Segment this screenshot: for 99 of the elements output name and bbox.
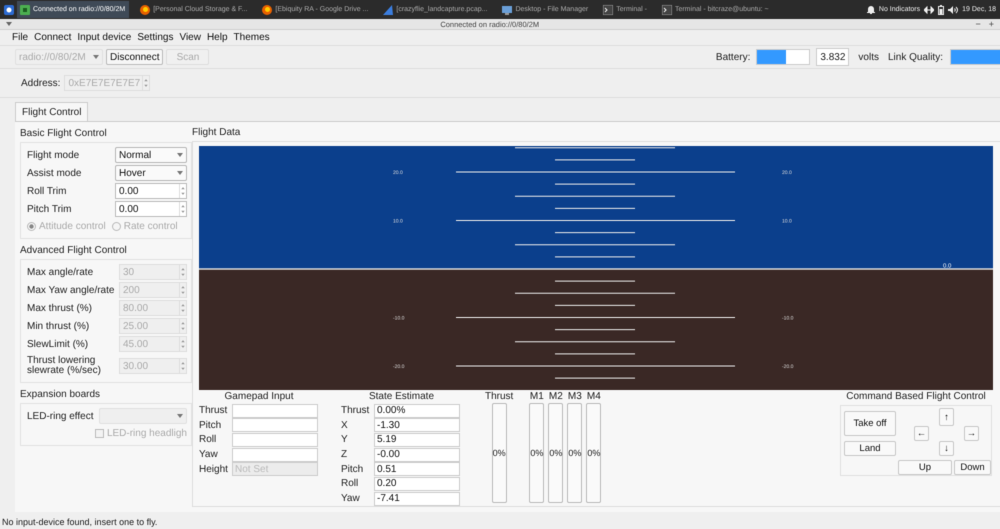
- caret-icon: [177, 414, 183, 418]
- state-field: 0.00%: [374, 404, 460, 418]
- field-label: Yaw: [199, 449, 219, 460]
- field-label: Thrust: [199, 405, 228, 416]
- field-label: Flight mode: [27, 150, 80, 160]
- field-label: Roll: [341, 478, 360, 490]
- gamepad-field[interactable]: [232, 404, 318, 418]
- menu-item[interactable]: File: [12, 32, 28, 43]
- globe-icon: [262, 4, 272, 14]
- field-label: Thrust: [341, 405, 370, 416]
- state-field: -7.41: [374, 492, 460, 506]
- field-label: Pitch Trim: [27, 204, 72, 214]
- field-label: Thrust lowering slewrate (%/sec): [27, 356, 102, 376]
- group-title: Basic Flight Control: [20, 126, 108, 140]
- menu-item[interactable]: Settings: [137, 32, 174, 43]
- spin-field[interactable]: 0.00: [115, 183, 187, 199]
- caret-icon: [177, 171, 183, 175]
- battery-label: Battery:: [716, 52, 750, 62]
- field-label: Max Yaw angle/rate: [27, 284, 114, 296]
- menu-item[interactable]: Input device: [77, 32, 132, 43]
- spin-arrows-icon[interactable]: [179, 184, 186, 198]
- group-title: Advanced Flight Control: [20, 244, 128, 257]
- motor-reading: 0%: [568, 448, 582, 458]
- command-button[interactable]: Up: [898, 460, 952, 476]
- gamepad-field[interactable]: [232, 418, 318, 432]
- field-label: Assist mode: [27, 168, 82, 178]
- motor-reading: 0%: [587, 448, 600, 458]
- launcher-icon[interactable]: [4, 4, 14, 14]
- gamepad-field[interactable]: [232, 432, 318, 447]
- field-label: Yaw: [341, 493, 361, 504]
- status-message: No input-device found, insert one to fly.: [1, 516, 158, 529]
- motor-label: Thrust: [485, 391, 514, 404]
- battery-icon[interactable]: [938, 4, 944, 14]
- field-label: Roll: [199, 434, 218, 446]
- motor-label: M3: [568, 391, 582, 404]
- field-label: LED-ring effect: [27, 410, 94, 422]
- state-field: 5.19: [374, 432, 460, 447]
- group-title: Expansion boards: [20, 388, 102, 401]
- monitor-icon: [502, 4, 512, 14]
- motor-reading: 0%: [492, 448, 506, 458]
- field-label: Min thrust (%): [27, 320, 90, 332]
- menu-item[interactable]: Themes: [234, 32, 270, 43]
- terminal-icon: [662, 4, 672, 14]
- motor-label: M1: [530, 391, 544, 404]
- dropdown[interactable]: Normal: [115, 147, 187, 163]
- state-field: 0.20: [374, 476, 460, 491]
- gamepad-field[interactable]: [232, 448, 318, 462]
- caret-icon: [93, 55, 99, 59]
- caret-icon: [177, 153, 183, 157]
- window-control[interactable]: +: [988, 19, 994, 29]
- field-label: Roll Trim: [27, 186, 66, 196]
- field-label: Max thrust (%): [27, 302, 92, 314]
- spin-arrows-icon[interactable]: [179, 202, 186, 216]
- state-field: 0.51: [374, 462, 460, 476]
- section-title: Command Based Flight Control: [845, 391, 987, 404]
- command-button[interactable]: ←: [914, 426, 929, 442]
- field-label: Z: [341, 449, 348, 460]
- command-button[interactable]: Take off: [844, 411, 896, 436]
- volts-label: volts: [858, 52, 879, 62]
- command-button[interactable]: ↓: [939, 441, 954, 456]
- motor-label: M4: [586, 391, 601, 404]
- field-label: Height: [199, 464, 229, 475]
- section-title: Gamepad Input: [224, 391, 294, 404]
- command-button[interactable]: ↑: [939, 408, 954, 426]
- motor-label: M2: [548, 391, 563, 404]
- field-label: SlewLimit (%): [27, 338, 88, 350]
- menu-item[interactable]: View: [179, 32, 201, 43]
- address-label: Address:: [21, 78, 60, 88]
- toolbar-button[interactable]: Disconnect: [106, 49, 164, 65]
- state-field: -0.00: [374, 448, 460, 462]
- dropdown[interactable]: Hover: [115, 165, 187, 181]
- menu-item[interactable]: Help: [206, 32, 228, 43]
- spin-field[interactable]: 0.00: [115, 201, 187, 217]
- window-control[interactable]: −: [975, 19, 981, 29]
- field-label: X: [341, 420, 349, 431]
- link-quality-label: Link Quality:: [888, 52, 943, 62]
- motor-reading: 0%: [549, 448, 562, 458]
- bell-icon[interactable]: [866, 5, 875, 14]
- field-label: Pitch: [341, 464, 364, 475]
- command-button[interactable]: Land: [844, 441, 896, 456]
- voltage-field: 3.832: [816, 48, 850, 66]
- state-field: -1.30: [374, 418, 460, 432]
- menu-item[interactable]: Connect: [34, 32, 72, 43]
- command-button[interactable]: →: [964, 426, 979, 442]
- section-title: State Estimate: [368, 391, 436, 404]
- command-button[interactable]: Down: [954, 460, 991, 476]
- field-label: Max angle/rate: [27, 266, 94, 278]
- field-label: Y: [341, 434, 349, 446]
- speaker-icon[interactable]: [948, 6, 958, 14]
- motor-reading: 0%: [530, 448, 544, 458]
- app-icon: [20, 4, 30, 14]
- field-label: Pitch: [199, 420, 222, 431]
- fin-icon: [383, 4, 394, 14]
- group-title: Flight Data: [192, 126, 242, 138]
- window-menu-icon[interactable]: [6, 22, 12, 26]
- globe-icon: [140, 4, 150, 14]
- network-icon[interactable]: [924, 6, 934, 14]
- terminal-icon: [603, 4, 614, 14]
- tab[interactable]: Flight Control: [15, 102, 88, 121]
